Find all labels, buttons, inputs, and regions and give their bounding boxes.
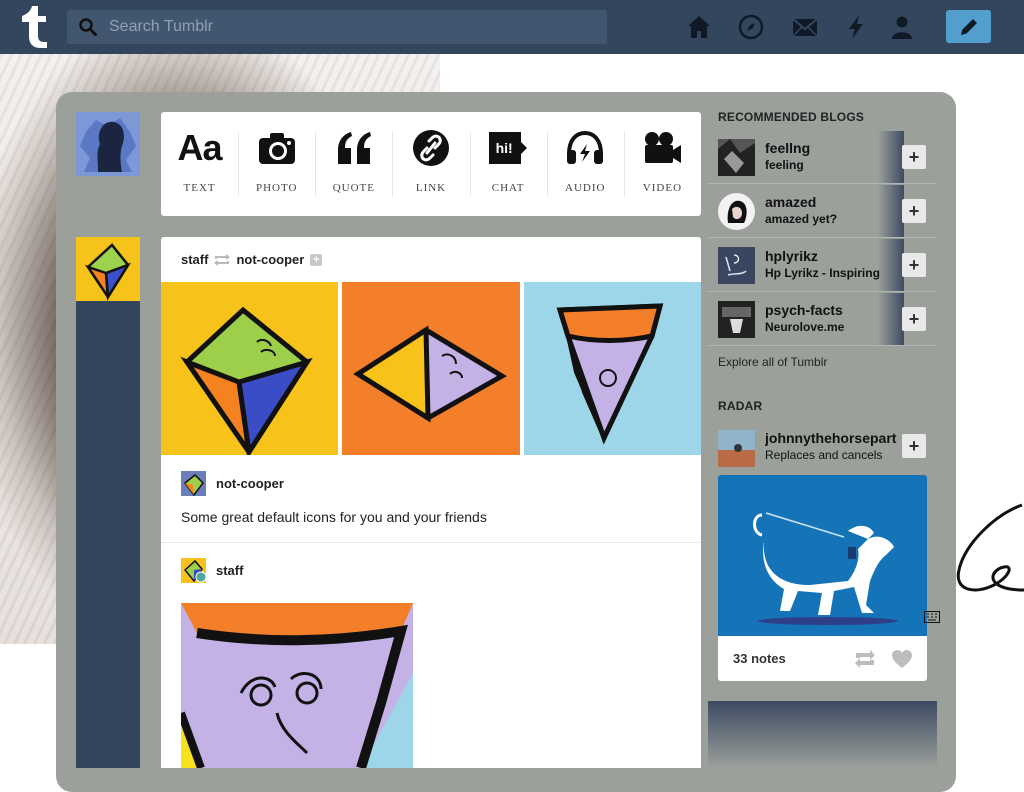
recommended-blog-row[interactable]: amazed amazed yet? + (708, 185, 937, 238)
home-icon[interactable] (686, 14, 712, 40)
explore-link[interactable]: Explore all of Tumblr (718, 355, 827, 369)
compass-icon[interactable] (738, 14, 764, 40)
post-type-label: PHOTO (255, 182, 298, 194)
photoset-image-2[interactable] (342, 282, 520, 455)
staff-mini-avatar[interactable] (181, 558, 206, 583)
blog-row-fade (878, 239, 904, 291)
radar-card[interactable]: 33 notes (718, 475, 927, 681)
post-author-link[interactable]: staff (181, 252, 208, 267)
post-caption: Some great default icons for you and you… (181, 509, 487, 525)
mail-icon[interactable] (792, 14, 818, 40)
search-input[interactable] (107, 17, 591, 37)
post-type-chat[interactable]: hi! CHAT (469, 112, 547, 216)
photoset-image-3[interactable] (524, 282, 701, 455)
post-avatar-rail (76, 301, 140, 768)
blog-name[interactable]: feellng (765, 140, 810, 156)
post-type-label: TEXT (183, 182, 216, 194)
text-glyph: Aa (177, 127, 223, 168)
blog-name[interactable]: hplyrikz (765, 248, 818, 264)
follow-plus-icon[interactable]: + (310, 253, 323, 266)
blog-avatar[interactable] (718, 139, 755, 176)
signature-art (956, 503, 1024, 592)
headphones-icon (567, 130, 604, 164)
blog-avatar[interactable] (718, 301, 755, 338)
photoset-image-1[interactable] (161, 282, 338, 455)
post-type-bar: Aa TEXT PHOTO QUOTE LINK hi! CHAT AUDIO … (161, 112, 701, 216)
reblog-icon[interactable] (854, 649, 876, 669)
compose-button[interactable] (946, 10, 991, 43)
blog-row-fade (878, 131, 904, 183)
post-type-label: QUOTE (332, 182, 375, 194)
user-avatar[interactable] (76, 112, 140, 176)
post-photo[interactable] (181, 603, 413, 768)
post-type-label: AUDIO (565, 182, 606, 194)
post-type-label: LINK (415, 182, 447, 194)
dashboard-post: staff not-cooper + not-cooper Some great… (161, 237, 701, 768)
post-type-audio[interactable]: AUDIO (546, 112, 624, 216)
radar-blog-row[interactable]: johnnythehorsepart Replaces and cancels … (708, 421, 937, 471)
blog-avatar[interactable] (718, 247, 755, 284)
blog-row-fade (878, 293, 904, 345)
reblog-trail-header: not-cooper (181, 471, 284, 496)
blog-name[interactable]: amazed (765, 194, 816, 210)
recommended-blog-row[interactable]: feellng feeling + (708, 131, 937, 184)
reblog-icon (214, 253, 231, 266)
video-camera-icon (645, 132, 682, 163)
reblogged-from-link[interactable]: not-cooper (236, 252, 304, 267)
post-header: staff not-cooper + (181, 252, 323, 267)
follow-button[interactable]: + (902, 199, 926, 223)
radar-title: RADAR (718, 399, 763, 413)
follow-button[interactable]: + (902, 253, 926, 277)
radar-blog-avatar[interactable] (718, 430, 755, 467)
original-post-header: staff (181, 558, 243, 583)
pencil-icon (960, 18, 977, 35)
sidebar-footer-gradient (708, 701, 937, 768)
person-icon[interactable] (889, 14, 915, 40)
post-type-link[interactable]: LINK (392, 112, 469, 216)
tumblr-logo-icon[interactable] (16, 6, 50, 48)
post-divider (161, 542, 701, 543)
recommended-blog-row[interactable]: psych-facts Neurolove.me + (708, 293, 937, 346)
lightning-icon[interactable] (843, 14, 869, 40)
not-cooper-avatar[interactable] (181, 471, 206, 496)
post-type-quote[interactable]: QUOTE (315, 112, 392, 216)
reblog-author-link[interactable]: not-cooper (216, 476, 284, 491)
text-icon: Aa (177, 127, 223, 168)
quote-icon (337, 132, 371, 164)
camera-icon (258, 133, 295, 164)
chat-glyph: hi! (495, 140, 513, 156)
link-icon (412, 130, 449, 166)
keyboard-shortcuts-icon[interactable] (924, 611, 940, 623)
photoset (161, 282, 701, 455)
search-bar[interactable] (67, 10, 607, 44)
follow-button[interactable]: + (902, 145, 926, 169)
notes-count[interactable]: 33 notes (733, 651, 786, 666)
blog-row-fade (878, 185, 904, 237)
top-navigation-bar (0, 0, 1024, 54)
search-icon (79, 18, 97, 36)
staff-avatar[interactable] (76, 237, 140, 301)
radar-follow-button[interactable]: + (902, 434, 926, 458)
post-type-video[interactable]: VIDEO (623, 112, 701, 216)
post-type-label: VIDEO (642, 182, 683, 194)
original-author-link[interactable]: staff (216, 563, 243, 578)
post-type-photo[interactable]: PHOTO (238, 112, 315, 216)
heart-icon[interactable] (891, 649, 913, 669)
blog-avatar[interactable] (718, 193, 755, 230)
post-type-text[interactable]: Aa TEXT (161, 112, 238, 216)
recommended-blog-row[interactable]: hplyrikz Hp Lyrikz - Inspiring + (708, 239, 937, 292)
radar-blog-title: Replaces and cancels (765, 448, 883, 462)
blog-name[interactable]: psych-facts (765, 302, 843, 318)
follow-button[interactable]: + (902, 307, 926, 331)
radar-blog-name[interactable]: johnnythehorsepart (765, 430, 905, 446)
post-type-label: CHAT (491, 182, 525, 194)
radar-image[interactable] (718, 475, 927, 636)
recommended-blogs-title: RECOMMENDED BLOGS (718, 110, 865, 124)
